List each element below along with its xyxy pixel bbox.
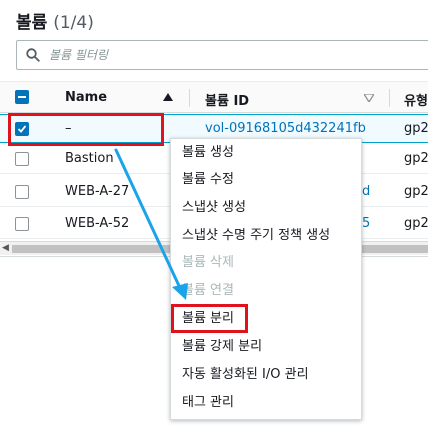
cell-type: gp2 <box>404 151 428 166</box>
menu-item-force-detach-volume[interactable]: 볼륨 강제 분리 <box>171 333 361 361</box>
cell-name: WEB-A-27 <box>65 184 130 199</box>
selection-count: (1/4) <box>53 13 94 33</box>
cell-volume-id[interactable]: vol-09168105d432241fb <box>205 121 366 136</box>
cell-volume-id[interactable]: d <box>362 184 370 199</box>
row-checkbox[interactable] <box>15 152 29 166</box>
select-all-checkbox[interactable] <box>15 90 29 104</box>
menu-item-delete-volume: 볼륨 삭제 <box>182 255 234 270</box>
check-icon <box>17 125 27 133</box>
cell-type: gp2 <box>404 121 428 136</box>
sort-down-icon[interactable] <box>364 94 374 102</box>
page-title-text: 볼륨 <box>16 13 48 33</box>
menu-item-modify-volume[interactable]: 볼륨 수정 <box>171 166 361 194</box>
column-header-volume-id[interactable]: 볼륨 ID <box>205 90 249 109</box>
cell-type: gp2 <box>404 216 428 231</box>
column-separator[interactable] <box>389 89 390 107</box>
menu-item-create-volume[interactable]: 볼륨 생성 <box>171 139 361 167</box>
table-header: Name 볼륨 ID 유형 <box>0 81 428 113</box>
row-checkbox[interactable] <box>15 122 29 136</box>
menu-item-attach-volume: 볼륨 연결 <box>182 283 234 298</box>
scroll-left-icon[interactable]: ◀ <box>2 243 9 253</box>
cell-volume-id[interactable]: 5 <box>362 216 370 231</box>
search-box[interactable] <box>16 40 428 70</box>
cell-name: WEB-A-52 <box>65 216 130 231</box>
menu-item-detach-volume[interactable]: 볼륨 분리 <box>171 305 361 333</box>
sort-up-icon[interactable] <box>163 93 173 101</box>
column-header-type[interactable]: 유형 <box>404 90 428 109</box>
menu-item-manage-tags[interactable]: 태그 관리 <box>171 389 361 417</box>
row-checkbox[interactable] <box>15 185 29 199</box>
cell-name: – <box>65 121 72 136</box>
search-input[interactable] <box>49 45 349 65</box>
cell-type: gp2 <box>404 184 428 199</box>
menu-item-create-snapshot[interactable]: 스냅샷 생성 <box>171 194 361 222</box>
column-separator[interactable] <box>189 89 190 107</box>
menu-item-manage-auto-enabled-io[interactable]: 자동 활성화된 I/O 관리 <box>171 361 361 389</box>
column-header-name[interactable]: Name <box>65 90 107 105</box>
search-icon <box>26 48 40 62</box>
page-title: 볼륨 (1/4) <box>16 8 94 33</box>
row-checkbox[interactable] <box>15 217 29 231</box>
context-menu: 볼륨 생성 볼륨 수정 스냅샷 생성 스냅샷 수명 주기 정책 생성 볼륨 삭제… <box>170 138 362 420</box>
cell-name: Bastion <box>65 151 114 166</box>
menu-item-create-lifecycle-policy[interactable]: 스냅샷 수명 주기 정책 생성 <box>171 222 361 250</box>
